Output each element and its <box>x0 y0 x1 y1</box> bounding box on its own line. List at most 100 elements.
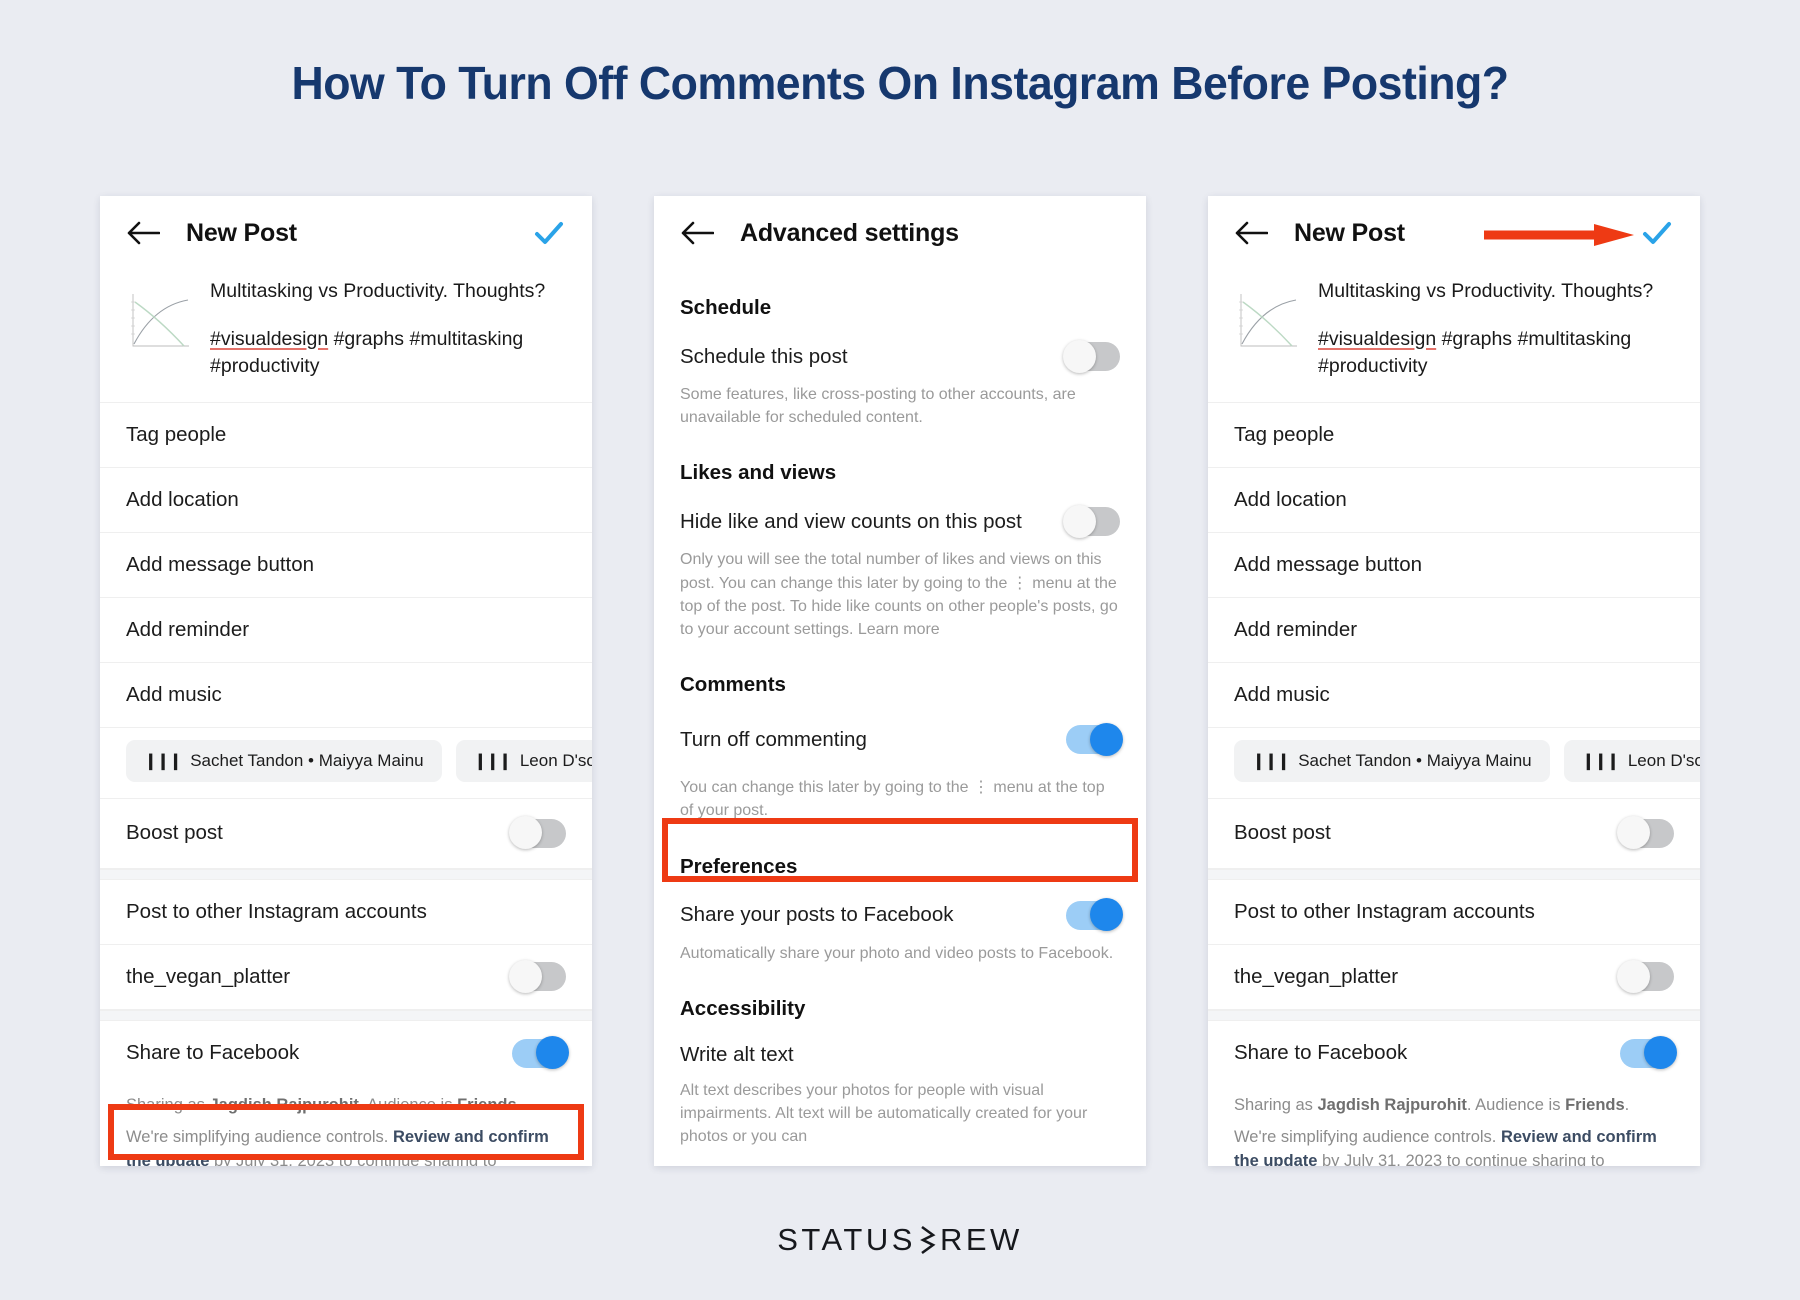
panel3-section-gap-2 <box>1208 1009 1700 1021</box>
schedule-post-toggle[interactable] <box>1063 339 1120 373</box>
music-chip[interactable]: ❙❙❙ Sachet Tandon • Maiyya Mainu <box>126 739 442 782</box>
row-label: Hide like and view counts on this post <box>680 509 1022 533</box>
panel3-row-boost-post[interactable]: Boost post <box>1208 799 1700 869</box>
row-label: the_vegan_platter <box>126 964 291 988</box>
share-posts-facebook-toggle[interactable] <box>1066 898 1123 931</box>
sharing-note-mid: . Audience is <box>1466 1095 1566 1114</box>
panel1-row-add-music[interactable]: Add music <box>100 663 592 728</box>
panel3-caption-block: Multitasking vs Productivity. Thoughts? … <box>1318 274 1674 380</box>
logo-text-right: REW <box>939 1222 1023 1257</box>
music-chip[interactable]: ❙❙❙ Leon D'souza, Suzanne <box>1563 739 1700 782</box>
panel1-row-add-reminder[interactable]: Add reminder <box>100 598 592 663</box>
sharing-note-name: Jagdish Rajpurohit <box>1317 1095 1467 1114</box>
schedule-heading: Schedule <box>680 296 772 319</box>
accessibility-helper-text: Alt text describes your photos for peopl… <box>680 1081 1088 1146</box>
boost-post-toggle[interactable] <box>509 816 566 849</box>
panel1-post-preview[interactable]: Multitasking vs Productivity. Thoughts? … <box>100 270 592 403</box>
turn-off-commenting-toggle[interactable] <box>1066 722 1123 756</box>
panel1-hashtags: #visualdesign #graphs #multitasking #pro… <box>210 326 566 380</box>
panel2-row-turn-off-commenting[interactable]: Turn off commenting <box>654 703 1146 774</box>
panel1-section-gap <box>100 868 592 880</box>
panel1-sharing-note: Sharing as Jagdish Rajpurohit. Audience … <box>100 1086 592 1167</box>
boost-post-toggle[interactable] <box>1617 816 1674 849</box>
learn-more-link[interactable]: Learn more <box>858 621 940 638</box>
hide-likes-toggle[interactable] <box>1063 504 1120 538</box>
panel1-row-post-other-accounts[interactable]: Post to other Instagram accounts <box>100 880 592 945</box>
row-label: Add message button <box>1234 552 1423 576</box>
music-chip-label: Sachet Tandon • Maiyya Mainu <box>1298 750 1532 770</box>
check-icon[interactable] <box>532 216 566 250</box>
panel1-row-boost-post[interactable]: Boost post <box>100 799 592 869</box>
share-facebook-toggle[interactable] <box>1620 1036 1677 1069</box>
sharing-note-prefix: Sharing as <box>126 1095 210 1114</box>
panel2-row-schedule-this-post[interactable]: Schedule this post <box>654 326 1146 381</box>
panel-new-post-final: New Post Multitasking vs Productivity. T… <box>1208 196 1700 1166</box>
comments-helper-text: You can change this later by going to th… <box>654 774 1146 828</box>
panel1-row-share-to-facebook[interactable]: Share to Facebook <box>100 1021 592 1086</box>
panel1-title: New Post <box>186 218 297 247</box>
panel1-header: New Post <box>100 196 592 270</box>
panel1-row-add-location[interactable]: Add location <box>100 468 592 533</box>
toggle-knob <box>1090 898 1123 931</box>
account-toggle[interactable] <box>509 959 566 993</box>
likes-views-heading: Likes and views <box>680 461 837 485</box>
toggle-knob <box>536 1036 569 1069</box>
row-label: Add reminder <box>1234 617 1358 641</box>
row-label: Boost post <box>126 821 223 844</box>
panel3-row-add-music[interactable]: Add music <box>1208 663 1700 728</box>
music-chip[interactable]: ❙❙❙ Leon D'souza, Suzanne <box>455 739 592 782</box>
sharing-note-prefix: Sharing as <box>1234 1095 1318 1114</box>
row-label: Add music <box>1234 682 1330 706</box>
back-arrow-icon[interactable] <box>1234 220 1268 246</box>
panel3-row-account-vegan-platter[interactable]: the_vegan_platter <box>1208 945 1700 1010</box>
logo-brew-glyph-icon <box>920 1225 936 1255</box>
panel3-music-chips: ❙❙❙ Sachet Tandon • Maiyya Mainu ❙❙❙ Leon … <box>1208 728 1700 799</box>
music-chip-label: Leon D'souza, Suzanne <box>519 750 592 770</box>
kebab-menu-icon: ⋮ <box>972 779 989 797</box>
preferences-helper-text: Automatically share your photo and video… <box>680 944 1114 962</box>
panel-new-post-initial: New Post Multitasking vs Productivity. T… <box>100 196 592 1166</box>
panel3-hashtag-primary: #visualdesign <box>1318 327 1437 350</box>
row-label: Add location <box>126 487 239 511</box>
panel2-row-share-posts-facebook[interactable]: Share your posts to Facebook <box>654 885 1146 940</box>
music-bars-icon: ❙❙❙ <box>1581 752 1620 770</box>
panel3-post-preview[interactable]: Multitasking vs Productivity. Thoughts? … <box>1208 270 1700 403</box>
row-label: Boost post <box>1234 821 1331 844</box>
sharing-note-audience: Friends <box>457 1095 517 1114</box>
panel1-caption-text: Multitasking vs Productivity. Thoughts? <box>210 280 546 302</box>
music-bars-icon: ❙❙❙ <box>144 752 182 770</box>
back-arrow-icon[interactable] <box>126 220 160 246</box>
panel1-row-add-message-button[interactable]: Add message button <box>100 533 592 598</box>
panel3-hashtags: #visualdesign #graphs #multitasking #pro… <box>1318 326 1674 380</box>
music-bars-icon: ❙❙❙ <box>473 752 512 770</box>
panel3-row-share-to-facebook[interactable]: Share to Facebook <box>1208 1021 1700 1086</box>
panel3-row-add-location[interactable]: Add location <box>1208 468 1700 533</box>
kebab-menu-icon: ⋮ <box>1011 574 1028 592</box>
row-label: Share to Facebook <box>126 1041 300 1064</box>
row-label: Tag people <box>126 422 227 446</box>
panel3-row-add-message-button[interactable]: Add message button <box>1208 533 1700 598</box>
account-toggle[interactable] <box>1617 959 1674 993</box>
row-label: the_vegan_platter <box>1234 964 1399 988</box>
panel1-music-chips: ❙❙❙ Sachet Tandon • Maiyya Mainu ❙❙❙ Leon … <box>100 728 592 799</box>
post-thumbnail-chart <box>131 294 189 347</box>
logo-text-left: STATUS <box>777 1222 916 1257</box>
sharing-note-suffix: . <box>516 1095 522 1114</box>
share-facebook-toggle[interactable] <box>512 1036 569 1069</box>
check-icon[interactable] <box>1640 216 1674 250</box>
toggle-knob <box>509 816 542 849</box>
footer: STATUS REW <box>0 1222 1800 1258</box>
panel2-row-hide-like-counts[interactable]: Hide like and view counts on this post <box>654 491 1146 546</box>
back-arrow-icon[interactable] <box>680 220 714 246</box>
red-arrow-icon <box>1484 224 1634 246</box>
accessibility-heading: Accessibility <box>680 996 806 1020</box>
panel1-row-tag-people[interactable]: Tag people <box>100 403 592 468</box>
panel3-row-tag-people[interactable]: Tag people <box>1208 403 1700 468</box>
panel2-row-write-alt-text[interactable]: Write alt text <box>654 1027 1146 1077</box>
post-thumbnail-chart <box>1239 294 1297 347</box>
panel3-row-add-reminder[interactable]: Add reminder <box>1208 598 1700 663</box>
screenshot-panels: New Post Multitasking vs Productivity. T… <box>0 196 1800 1166</box>
panel1-row-account-vegan-platter[interactable]: the_vegan_platter <box>100 945 592 1010</box>
music-chip[interactable]: ❙❙❙ Sachet Tandon • Maiyya Mainu <box>1234 739 1550 782</box>
panel3-row-post-other-accounts[interactable]: Post to other Instagram accounts <box>1208 880 1700 945</box>
